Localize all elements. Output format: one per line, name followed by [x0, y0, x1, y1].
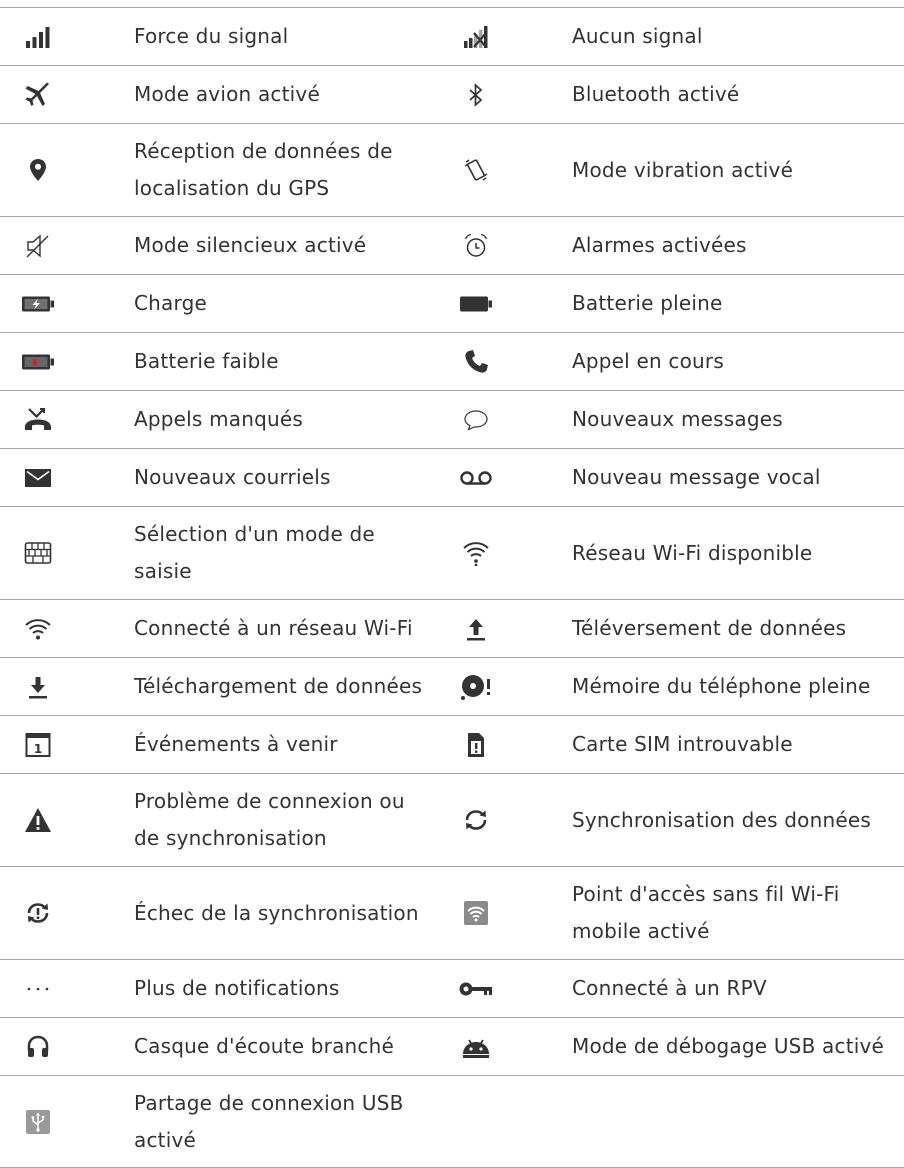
icon-description: Point d'accès sans fil Wi-Fi mobile activ… [572, 882, 840, 943]
no-signal-icon [446, 8, 506, 65]
icon-description: Synchronisation des données [572, 807, 871, 832]
vibrate-icon [446, 124, 506, 216]
table-row: Sélection d'un mode de saisie Réseau Wi-Fi… [0, 506, 904, 599]
warning-icon [8, 774, 68, 866]
icon-description: Réseau Wi-Fi disponible [572, 540, 813, 565]
table-row: Force du signal Aucun signal [0, 7, 904, 65]
table-row: Charge Batterie pleine [0, 274, 904, 332]
usb-tether-icon [8, 1076, 68, 1167]
phone-call-icon [446, 333, 506, 390]
status-icons-table: Force du signal Aucun signal Mode avion ac… [0, 7, 904, 1168]
bluetooth-icon [446, 66, 506, 123]
icon-description: Réception de données de localisation du G… [134, 139, 393, 200]
icon-description: Aucun signal [572, 24, 703, 48]
icon-description: Échec de la synchronisation [134, 900, 419, 925]
download-icon [8, 658, 68, 715]
wifi-connected-icon [8, 600, 68, 657]
table-row: Téléchargement de données Mémoire du télé… [0, 657, 904, 715]
missed-call-icon [8, 391, 68, 448]
icon-description: Connecté à un RPV [572, 976, 767, 1000]
icon-description: Charge [134, 291, 207, 315]
battery-low-icon [8, 333, 68, 390]
icon-description: Nouveaux courriels [134, 465, 331, 489]
icon-description: Partage de connexion USB activé [134, 1090, 404, 1152]
icon-description: Événements à venir [134, 732, 338, 756]
airplane-icon [8, 66, 68, 123]
icon-description: Casque d'écoute branché [134, 1034, 395, 1058]
headset-icon [8, 1018, 68, 1075]
calendar-icon: 1 [8, 716, 68, 773]
sync-failed-icon [8, 867, 68, 959]
table-row: 1 Événements à venir Carte SIM introuvable [0, 715, 904, 773]
icon-description: Nouveau message vocal [572, 465, 821, 489]
icon-description: Carte SIM introuvable [572, 732, 793, 756]
icon-description: Sélection d'un mode de saisie [134, 522, 375, 583]
icon-description: Mode silencieux activé [134, 233, 367, 257]
voicemail-icon [446, 449, 506, 506]
table-row: Appels manqués Nouveaux messages [0, 390, 904, 448]
more-icon [8, 960, 68, 1017]
icon-description: Mode avion activé [134, 82, 320, 106]
table-row: Réception de données de localisation du G… [0, 123, 904, 216]
android-debug-icon [446, 1018, 506, 1075]
table-row: Mode avion activé Bluetooth activé [0, 65, 904, 123]
storage-full-icon [446, 658, 506, 715]
sim-missing-icon [446, 716, 506, 773]
svg-text:1: 1 [34, 742, 42, 756]
icon-description: Téléchargement de données [134, 674, 423, 698]
vpn-key-icon [446, 960, 506, 1017]
icon-description: Mémoire du téléphone pleine [572, 674, 871, 698]
table-row: Échec de la synchronisation Point d'accès… [0, 866, 904, 959]
silent-icon [8, 217, 68, 274]
icon-description: Alarmes activées [572, 233, 747, 257]
battery-full-icon [446, 275, 506, 332]
table-row: Batterie faible Appel en cours [0, 332, 904, 390]
icon-description: Batterie faible [134, 349, 279, 373]
table-row: Plus de notifications Connecté à un RPV [0, 959, 904, 1017]
icon-description: Mode de débogage USB activé [572, 1034, 885, 1058]
icon-description: Mode vibration activé [572, 157, 794, 182]
icon-description: Connecté à un réseau Wi-Fi [134, 616, 413, 640]
icon-description: Appel en cours [572, 349, 724, 373]
icon-description: Nouveaux messages [572, 407, 783, 431]
table-row: Mode silencieux activé Alarmes activées [0, 216, 904, 274]
table-row: Nouveaux courriels Nouveau message vocal [0, 448, 904, 506]
upload-icon [446, 600, 506, 657]
wifi-hotspot-icon [446, 867, 506, 959]
signal-strength-icon [8, 8, 68, 65]
table-row: Problème de connexion ou de synchronisati… [0, 773, 904, 866]
icon-description: Plus de notifications [134, 976, 340, 1000]
table-row: Partage de connexion USB activé [0, 1075, 904, 1168]
icon-description: Batterie pleine [572, 291, 723, 315]
alarm-icon [446, 217, 506, 274]
battery-charging-icon [8, 275, 68, 332]
sync-icon [446, 774, 506, 866]
icon-description: Téléversement de données [572, 616, 847, 640]
icon-description: Bluetooth activé [572, 82, 740, 106]
table-row: Connecté à un réseau Wi-Fi Téléversement … [0, 599, 904, 657]
keyboard-icon [8, 507, 68, 599]
location-pin-icon [8, 124, 68, 216]
icon-description: Problème de connexion ou de synchronisati… [134, 789, 405, 850]
wifi-available-icon [446, 507, 506, 599]
icon-description: Force du signal [134, 24, 289, 48]
message-bubble-icon [446, 391, 506, 448]
table-row: Casque d'écoute branché Mode de débogage … [0, 1017, 904, 1075]
icon-description: Appels manqués [134, 407, 304, 431]
envelope-icon [8, 449, 68, 506]
